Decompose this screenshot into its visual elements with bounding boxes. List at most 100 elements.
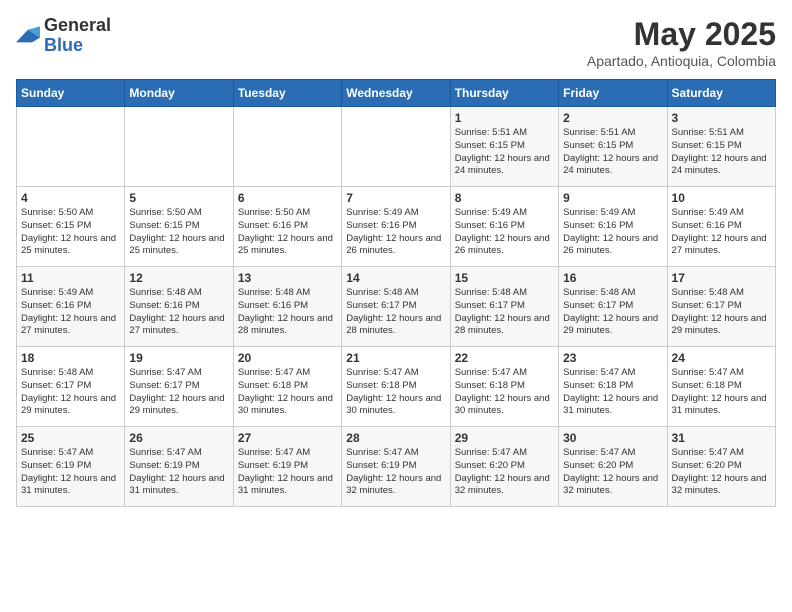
day-cell xyxy=(233,107,341,187)
calendar-body: 1Sunrise: 5:51 AMSunset: 6:15 PMDaylight… xyxy=(17,107,776,507)
day-number: 2 xyxy=(563,111,662,125)
day-number: 10 xyxy=(672,191,771,205)
day-info: Sunrise: 5:49 AMSunset: 6:16 PMDaylight:… xyxy=(455,207,554,258)
day-info: Sunrise: 5:47 AMSunset: 6:18 PMDaylight:… xyxy=(563,367,662,418)
day-info: Sunrise: 5:49 AMSunset: 6:16 PMDaylight:… xyxy=(346,207,445,258)
day-number: 23 xyxy=(563,351,662,365)
day-info: Sunrise: 5:48 AMSunset: 6:16 PMDaylight:… xyxy=(129,287,228,338)
header-monday: Monday xyxy=(125,80,233,107)
day-cell: 15 Sunrise: 5:48 AMSunset: 6:17 PMDayligh… xyxy=(450,267,558,347)
day-cell: 17 Sunrise: 5:48 AMSunset: 6:17 PMDayligh… xyxy=(667,267,775,347)
day-cell: 5Sunrise: 5:50 AMSunset: 6:15 PMDaylight… xyxy=(125,187,233,267)
logo-text: General Blue xyxy=(44,16,111,56)
day-cell: 25 Sunrise: 5:47 AMSunset: 6:19 PMDayligh… xyxy=(17,427,125,507)
day-cell: 12 Sunrise: 5:48 AMSunset: 6:16 PMDayligh… xyxy=(125,267,233,347)
day-number: 26 xyxy=(129,431,228,445)
day-number: 14 xyxy=(346,271,445,285)
day-cell: 31 Sunrise: 5:47 AMSunset: 6:20 PMDayligh… xyxy=(667,427,775,507)
page-subtitle: Apartado, Antioquia, Colombia xyxy=(587,53,776,69)
day-cell xyxy=(125,107,233,187)
day-number: 3 xyxy=(672,111,771,125)
day-number: 6 xyxy=(238,191,337,205)
page-header: General Blue May 2025 Apartado, Antioqui… xyxy=(16,16,776,69)
day-number: 25 xyxy=(21,431,120,445)
day-cell: 23 Sunrise: 5:47 AMSunset: 6:18 PMDayligh… xyxy=(559,347,667,427)
day-cell: 9Sunrise: 5:49 AMSunset: 6:16 PMDaylight… xyxy=(559,187,667,267)
calendar-header: SundayMondayTuesdayWednesdayThursdayFrid… xyxy=(17,80,776,107)
day-number: 9 xyxy=(563,191,662,205)
day-cell: 10 Sunrise: 5:49 AMSunset: 6:16 PMDayligh… xyxy=(667,187,775,267)
header-thursday: Thursday xyxy=(450,80,558,107)
day-info: Sunrise: 5:49 AMSunset: 6:16 PMDaylight:… xyxy=(672,207,771,258)
day-info: Sunrise: 5:48 AMSunset: 6:17 PMDaylight:… xyxy=(563,287,662,338)
logo-general-text: General xyxy=(44,16,111,36)
day-cell: 16 Sunrise: 5:48 AMSunset: 6:17 PMDayligh… xyxy=(559,267,667,347)
day-number: 12 xyxy=(129,271,228,285)
day-number: 21 xyxy=(346,351,445,365)
day-cell xyxy=(342,107,450,187)
day-number: 20 xyxy=(238,351,337,365)
day-info: Sunrise: 5:47 AMSunset: 6:18 PMDaylight:… xyxy=(672,367,771,418)
day-number: 16 xyxy=(563,271,662,285)
day-number: 27 xyxy=(238,431,337,445)
header-row: SundayMondayTuesdayWednesdayThursdayFrid… xyxy=(17,80,776,107)
day-info: Sunrise: 5:47 AMSunset: 6:18 PMDaylight:… xyxy=(238,367,337,418)
day-cell: 21 Sunrise: 5:47 AMSunset: 6:18 PMDayligh… xyxy=(342,347,450,427)
day-info: Sunrise: 5:50 AMSunset: 6:16 PMDaylight:… xyxy=(238,207,337,258)
header-wednesday: Wednesday xyxy=(342,80,450,107)
day-number: 4 xyxy=(21,191,120,205)
day-number: 28 xyxy=(346,431,445,445)
calendar-table: SundayMondayTuesdayWednesdayThursdayFrid… xyxy=(16,79,776,507)
week-row-2: 11Sunrise: 5:49 AMSunset: 6:16 PMDayligh… xyxy=(17,267,776,347)
logo-icon xyxy=(16,26,40,46)
day-number: 29 xyxy=(455,431,554,445)
day-info: Sunrise: 5:47 AMSunset: 6:18 PMDaylight:… xyxy=(346,367,445,418)
day-cell: 20 Sunrise: 5:47 AMSunset: 6:18 PMDayligh… xyxy=(233,347,341,427)
day-info: Sunrise: 5:47 AMSunset: 6:20 PMDaylight:… xyxy=(455,447,554,498)
day-info: Sunrise: 5:48 AMSunset: 6:16 PMDaylight:… xyxy=(238,287,337,338)
day-cell: 19Sunrise: 5:47 AMSunset: 6:17 PMDayligh… xyxy=(125,347,233,427)
day-number: 30 xyxy=(563,431,662,445)
day-info: Sunrise: 5:48 AMSunset: 6:17 PMDaylight:… xyxy=(455,287,554,338)
day-number: 15 xyxy=(455,271,554,285)
day-cell: 28 Sunrise: 5:47 AMSunset: 6:19 PMDayligh… xyxy=(342,427,450,507)
day-number: 24 xyxy=(672,351,771,365)
day-info: Sunrise: 5:47 AMSunset: 6:19 PMDaylight:… xyxy=(129,447,228,498)
day-cell: 7 Sunrise: 5:49 AMSunset: 6:16 PMDaylight… xyxy=(342,187,450,267)
day-cell: 4Sunrise: 5:50 AMSunset: 6:15 PMDaylight… xyxy=(17,187,125,267)
day-number: 7 xyxy=(346,191,445,205)
day-info: Sunrise: 5:51 AMSunset: 6:15 PMDaylight:… xyxy=(672,127,771,178)
day-info: Sunrise: 5:48 AMSunset: 6:17 PMDaylight:… xyxy=(21,367,120,418)
day-cell: 11Sunrise: 5:49 AMSunset: 6:16 PMDayligh… xyxy=(17,267,125,347)
day-cell: 6 Sunrise: 5:50 AMSunset: 6:16 PMDaylight… xyxy=(233,187,341,267)
logo-blue-text: Blue xyxy=(44,36,111,56)
day-info: Sunrise: 5:48 AMSunset: 6:17 PMDaylight:… xyxy=(672,287,771,338)
day-number: 17 xyxy=(672,271,771,285)
day-info: Sunrise: 5:48 AMSunset: 6:17 PMDaylight:… xyxy=(346,287,445,338)
day-number: 31 xyxy=(672,431,771,445)
logo: General Blue xyxy=(16,16,111,56)
day-cell: 18 Sunrise: 5:48 AMSunset: 6:17 PMDayligh… xyxy=(17,347,125,427)
day-cell: 30Sunrise: 5:47 AMSunset: 6:20 PMDayligh… xyxy=(559,427,667,507)
day-info: Sunrise: 5:47 AMSunset: 6:20 PMDaylight:… xyxy=(672,447,771,498)
day-number: 18 xyxy=(21,351,120,365)
day-cell: 27Sunrise: 5:47 AMSunset: 6:19 PMDayligh… xyxy=(233,427,341,507)
day-info: Sunrise: 5:47 AMSunset: 6:19 PMDaylight:… xyxy=(346,447,445,498)
header-tuesday: Tuesday xyxy=(233,80,341,107)
day-info: Sunrise: 5:50 AMSunset: 6:15 PMDaylight:… xyxy=(129,207,228,258)
day-cell: 3 Sunrise: 5:51 AMSunset: 6:15 PMDaylight… xyxy=(667,107,775,187)
day-cell: 22Sunrise: 5:47 AMSunset: 6:18 PMDayligh… xyxy=(450,347,558,427)
header-sunday: Sunday xyxy=(17,80,125,107)
day-cell: 14 Sunrise: 5:48 AMSunset: 6:17 PMDayligh… xyxy=(342,267,450,347)
page-title: May 2025 xyxy=(587,16,776,53)
day-info: Sunrise: 5:47 AMSunset: 6:18 PMDaylight:… xyxy=(455,367,554,418)
day-number: 19 xyxy=(129,351,228,365)
day-number: 13 xyxy=(238,271,337,285)
header-friday: Friday xyxy=(559,80,667,107)
day-cell: 8Sunrise: 5:49 AMSunset: 6:16 PMDaylight… xyxy=(450,187,558,267)
week-row-1: 4 Sunrise: 5:50 AMSunset: 6:15 PMDaylight… xyxy=(17,187,776,267)
day-cell: 24 Sunrise: 5:47 AMSunset: 6:18 PMDayligh… xyxy=(667,347,775,427)
day-info: Sunrise: 5:47 AMSunset: 6:19 PMDaylight:… xyxy=(21,447,120,498)
day-cell: 2 Sunrise: 5:51 AMSunset: 6:15 PMDaylight… xyxy=(559,107,667,187)
day-info: Sunrise: 5:51 AMSunset: 6:15 PMDaylight:… xyxy=(563,127,662,178)
